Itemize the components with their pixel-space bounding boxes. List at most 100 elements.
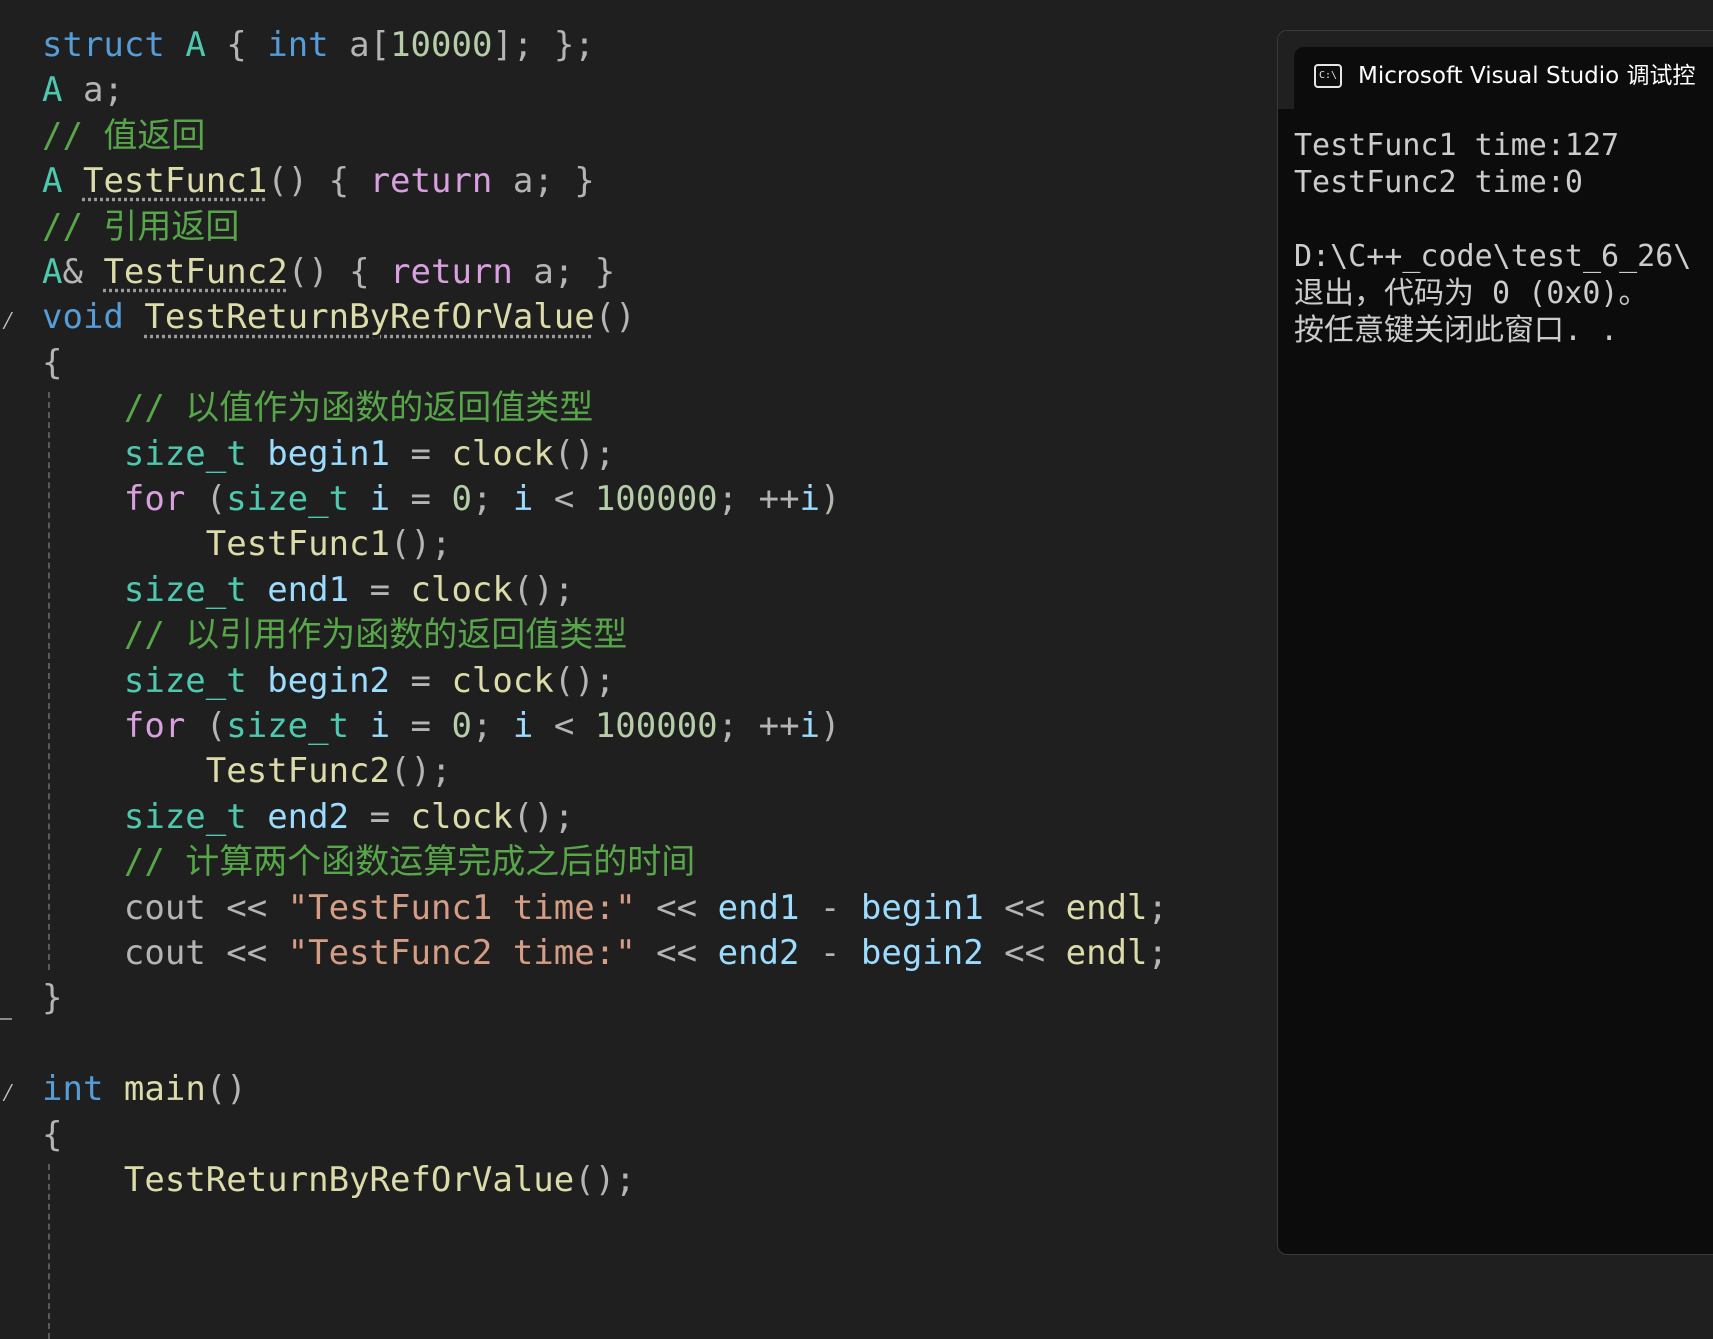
code-token: = — [349, 569, 411, 610]
code-token: ; — [471, 706, 513, 746]
debug-console-window[interactable]: C:\ Microsoft Visual Studio 调试控 TestFunc… — [1277, 30, 1713, 1255]
code-line[interactable]: { — [42, 340, 62, 386]
code-token: a; } — [512, 252, 616, 292]
code-token: end1 — [267, 569, 350, 610]
code-token: 100000 — [594, 479, 718, 519]
code-line[interactable]: struct A { int a[10000]; }; — [42, 22, 595, 68]
code-token: = — [349, 796, 411, 837]
code-token: i — [369, 479, 391, 519]
console-output: TestFunc1 time:127 TestFunc2 time:0 D:\C… — [1294, 127, 1691, 349]
code-line[interactable]: TestReturnByRefOrValue(); — [42, 1157, 636, 1203]
code-token: // 引用返回 — [42, 206, 240, 247]
code-line[interactable]: void TestReturnByRefOrValue() — [42, 294, 636, 340]
code-line[interactable]: // 值返回 — [42, 113, 205, 159]
code-token: size_t — [123, 660, 247, 701]
code-token: // 值返回 — [42, 115, 206, 156]
code-line[interactable]: size_t end1 = clock(); — [42, 567, 574, 613]
code-token: ( — [185, 479, 227, 519]
code-token: << — [635, 933, 718, 973]
code-token: // 计算两个函数运算完成之后的时间 — [123, 842, 696, 883]
code-token: A — [42, 161, 63, 202]
code-line[interactable]: TestFunc1(); — [42, 521, 452, 567]
code-line[interactable]: // 以引用作为函数的返回值类型 — [42, 612, 627, 658]
code-token: = — [390, 660, 452, 701]
code-token: << — [983, 887, 1066, 928]
code-line[interactable]: // 以值作为函数的返回值类型 — [42, 385, 593, 431]
code-token: << — [205, 933, 288, 973]
code-line[interactable]: A TestFunc1() { return a; } — [42, 158, 595, 204]
code-editor[interactable]: ⁄ ⁄ struct A { int a[10000]; }; A a;// 值返… — [0, 0, 1270, 1339]
code-token: main — [123, 1069, 206, 1110]
code-line[interactable]: cout << "TestFunc1 time:" << end1 - begi… — [42, 885, 1168, 931]
collapse-icon[interactable]: ⁄ — [0, 1078, 16, 1109]
code-line[interactable]: TestFunc2(); — [42, 748, 452, 794]
code-line[interactable]: // 计算两个函数运算完成之后的时间 — [42, 839, 695, 885]
code-line[interactable]: int main() — [42, 1066, 247, 1112]
code-token: ; ++ — [717, 479, 800, 519]
code-line[interactable]: cout << "TestFunc2 time:" << end2 - begi… — [42, 930, 1168, 976]
console-line: TestFunc1 time:127 — [1294, 128, 1620, 163]
code-line[interactable]: for (size_t i = 0; i < 100000; ++i) — [42, 476, 841, 522]
code-line[interactable]: size_t begin2 = clock(); — [42, 658, 615, 704]
code-token: = — [390, 433, 452, 474]
code-token: (); — [574, 1160, 636, 1200]
code-token: = — [390, 706, 452, 746]
code-token: - — [799, 887, 861, 928]
code-token: i — [799, 706, 821, 746]
code-token: return — [369, 161, 493, 202]
code-token: int — [267, 25, 329, 65]
code-line[interactable]: size_t begin1 = clock(); — [42, 431, 615, 477]
console-titlebar[interactable]: C:\ Microsoft Visual Studio 调试控 — [1278, 31, 1713, 109]
code-token: "TestFunc2 time:" — [287, 933, 636, 973]
code-token: { — [42, 1114, 63, 1155]
code-token: TestReturnByRefOrValue — [123, 1160, 575, 1200]
console-tab[interactable]: C:\ Microsoft Visual Studio 调试控 — [1294, 47, 1713, 109]
code-token: ( — [185, 706, 227, 746]
code-token: cout — [123, 887, 206, 928]
collapse-icon[interactable]: ⁄ — [0, 306, 16, 337]
code-token: } — [42, 978, 63, 1019]
code-token: - — [799, 933, 861, 973]
code-line[interactable]: A& TestFunc2() { return a; } — [42, 249, 615, 295]
code-token: clock — [451, 433, 554, 474]
code-line[interactable]: for (size_t i = 0; i < 100000; ++i) — [42, 703, 841, 749]
code-token: { — [205, 25, 268, 65]
code-token: begin1 — [267, 433, 391, 474]
console-line: D:\C++_code\test_6_26\ — [1294, 239, 1692, 274]
code-line[interactable]: // 引用返回 — [42, 204, 239, 250]
code-line[interactable]: A a; — [42, 67, 124, 113]
code-token: for — [123, 479, 186, 519]
code-token: (); — [553, 660, 616, 701]
code-token: cout — [123, 933, 206, 973]
code-token: clock — [410, 569, 513, 610]
code-line[interactable]: size_t end2 = clock(); — [42, 794, 574, 840]
terminal-icon: C:\ — [1314, 64, 1342, 88]
code-token: endl — [1065, 933, 1148, 973]
code-token: & — [62, 252, 104, 292]
code-token: end2 — [717, 933, 800, 973]
code-line[interactable]: { — [42, 1112, 62, 1158]
code-token: size_t — [123, 433, 247, 474]
code-token: for — [123, 706, 186, 746]
code-line[interactable]: } — [42, 975, 62, 1021]
code-token: // 以引用作为函数的返回值类型 — [123, 615, 628, 656]
code-token: clock — [451, 660, 554, 701]
code-token: i — [512, 706, 534, 746]
code-token: 10000 — [390, 25, 493, 65]
console-line: 按任意键关闭此窗口. . — [1294, 313, 1619, 348]
code-token: ) — [820, 479, 841, 519]
code-token: (); — [390, 524, 452, 565]
code-token: a[ — [328, 25, 391, 65]
